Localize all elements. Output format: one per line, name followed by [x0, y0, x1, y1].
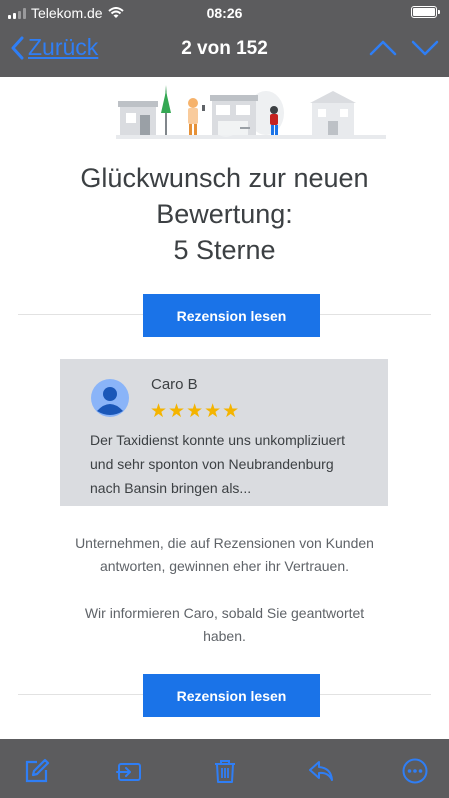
compose-icon	[25, 758, 50, 783]
info-text-trust: Unternehmen, die auf Rezensionen von Kun…	[40, 532, 409, 578]
back-label: Zurück	[28, 34, 99, 60]
status-bar: Telekom.de 08:26	[0, 0, 449, 26]
star-rating: ★★★★★	[150, 401, 241, 422]
more-icon	[402, 758, 428, 784]
info-line: Unternehmen, die auf Rezensionen von Kun…	[75, 535, 374, 551]
headline-line: 5 Sterne	[173, 235, 276, 265]
review-text-line: nach Bansin bringen als...	[90, 480, 252, 496]
reviewer-name: Caro B	[151, 376, 198, 393]
info-line: Wir informieren Caro, sobald Sie geantwo…	[84, 605, 365, 621]
headline-line: Glückwunsch zur neuen	[80, 163, 369, 193]
chevron-left-icon	[11, 36, 24, 59]
review-text-line: und sehr sponton von Neubrandenburg	[90, 456, 334, 472]
storefront-illustration	[116, 85, 386, 139]
clock: 08:26	[206, 5, 243, 21]
reply-icon	[309, 761, 333, 781]
review-excerpt: Der Taxidienst konnte uns unkompliziuert…	[90, 428, 380, 500]
back-button[interactable]: Zurück	[10, 34, 98, 61]
review-card: Caro B ★★★★★ Der Taxidienst konnte uns u…	[60, 359, 388, 506]
compose-button[interactable]	[22, 757, 50, 785]
more-button[interactable]	[401, 757, 429, 785]
previous-message-button[interactable]	[369, 36, 397, 65]
reply-button[interactable]	[307, 757, 335, 785]
chevron-up-icon	[369, 40, 397, 56]
delete-button[interactable]	[211, 757, 239, 785]
next-message-button[interactable]	[411, 36, 439, 65]
headline-line: Bewertung:	[156, 199, 293, 229]
info-line: antworten, gewinnen eher ihr Vertrauen.	[99, 558, 350, 574]
info-line: haben.	[203, 628, 246, 644]
mail-nav-bar: Zurück 2 von 152	[0, 30, 449, 70]
headline: Glückwunsch zur neuen Bewertung: 5 Stern…	[0, 160, 449, 268]
top-bar: Telekom.de 08:26 Zurück 2 von 152	[0, 0, 449, 77]
chevron-down-icon	[411, 40, 439, 56]
move-folder-icon	[116, 763, 141, 781]
avatar-icon	[91, 379, 129, 417]
email-body: Glückwunsch zur neuen Bewertung: 5 Stern…	[0, 77, 449, 739]
info-text-notify: Wir informieren Caro, sobald Sie geantwo…	[40, 602, 409, 648]
review-text-line: Der Taxidienst konnte uns unkompliziuert	[90, 432, 345, 448]
read-review-button[interactable]: Rezension lesen	[143, 674, 320, 717]
move-button[interactable]	[115, 757, 143, 785]
bottom-toolbar	[0, 739, 449, 798]
trash-icon	[215, 760, 235, 783]
read-review-button[interactable]: Rezension lesen	[143, 294, 320, 337]
battery-icon	[411, 6, 440, 18]
